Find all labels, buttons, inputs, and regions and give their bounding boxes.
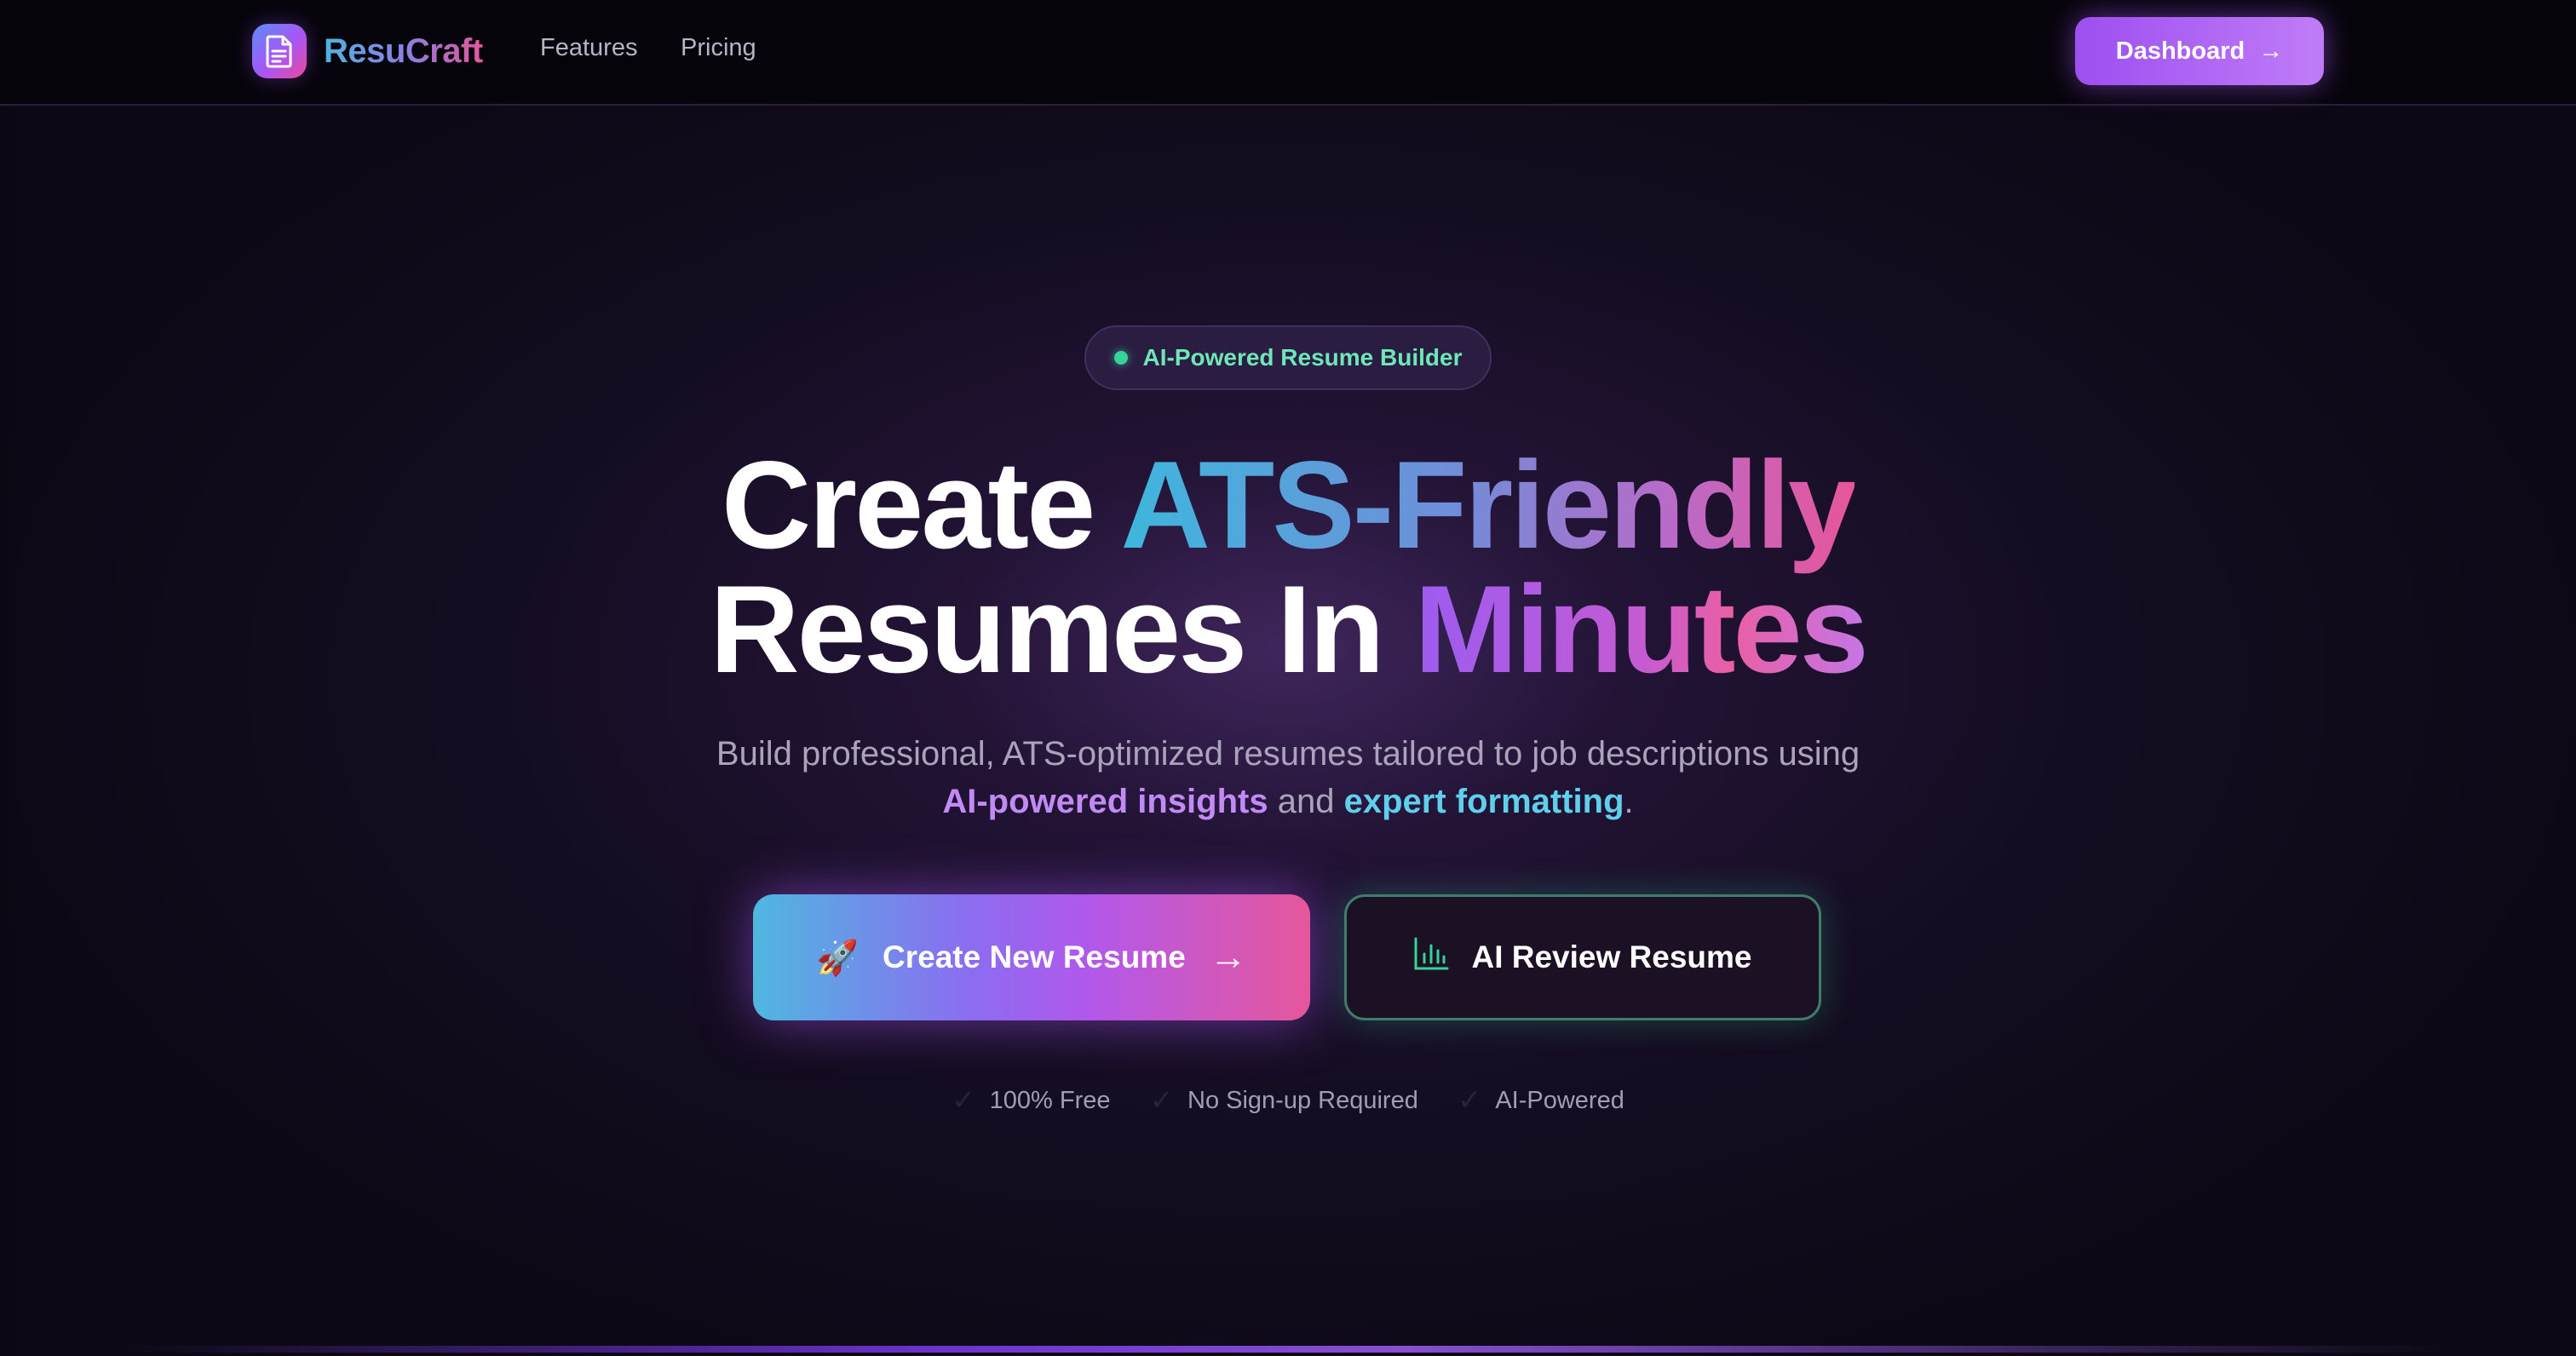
create-new-resume-label: Create New Resume (883, 939, 1186, 974)
top-navbar: ResuCraft Features Pricing Dashboard → (0, 0, 2576, 106)
subtext-part-2: and (1268, 783, 1344, 820)
subtext-part-1: Build professional, ATS-optimized resume… (716, 735, 1860, 773)
headline-line-1: Create ATS-Friendly (0, 443, 2576, 567)
landing-page: ResuCraft Features Pricing Dashboard → A… (0, 0, 2576, 1356)
hero-badge: AI-Powered Resume Builder (1084, 325, 1492, 390)
arrow-right-icon: → (1209, 936, 1247, 978)
headline-line1-prefix: Create (721, 435, 1121, 574)
brand-name: ResuCraft (324, 32, 483, 70)
feature-item: ✓ 100% Free (952, 1083, 1110, 1118)
check-icon: ✓ (952, 1084, 976, 1117)
ai-review-resume-button[interactable]: AI Review Resume (1344, 894, 1821, 1020)
hero-headline: Create ATS-Friendly Resumes In Minutes (0, 443, 2576, 692)
feature-label: No Sign-up Required (1187, 1086, 1418, 1114)
hero-subtext: Build professional, ATS-optimized resume… (0, 730, 2576, 825)
ai-review-resume-label: AI Review Resume (1471, 939, 1752, 974)
headline-line2-highlight: Minutes (1414, 560, 1869, 698)
bar-chart-icon (1413, 937, 1449, 979)
feature-label: AI-Powered (1495, 1086, 1624, 1114)
arrow-right-icon: → (2258, 37, 2284, 65)
brand-logo[interactable]: ResuCraft (252, 24, 483, 78)
headline-line1-highlight: ATS-Friendly (1120, 435, 1857, 574)
subtext-part-3: . (1624, 783, 1634, 820)
check-icon: ✓ (1457, 1084, 1482, 1117)
nav-link-pricing[interactable]: Pricing (681, 34, 756, 62)
subtext-highlight-formatting: expert formatting (1343, 783, 1624, 820)
section-divider (119, 1346, 2453, 1353)
document-icon (252, 24, 307, 78)
feature-item: ✓ No Sign-up Required (1150, 1083, 1418, 1118)
status-dot-icon (1113, 351, 1128, 365)
rocket-icon: 🚀 (816, 939, 860, 977)
dashboard-button-label: Dashboard (2115, 37, 2245, 65)
feature-label: 100% Free (989, 1086, 1111, 1114)
dashboard-button[interactable]: Dashboard → (2075, 17, 2324, 85)
hero-badge-label: AI-Powered Resume Builder (1142, 344, 1463, 371)
create-new-resume-button[interactable]: 🚀 Create New Resume → (753, 894, 1310, 1020)
feature-checklist: ✓ 100% Free ✓ No Sign-up Required ✓ AI-P… (0, 1083, 2576, 1118)
headline-line-2: Resumes In Minutes (0, 567, 2576, 692)
feature-item: ✓ AI-Powered (1458, 1083, 1624, 1118)
headline-line2-prefix: Resumes In (710, 560, 1415, 698)
subtext-highlight-ai: AI-powered insights (942, 783, 1268, 820)
nav-link-features[interactable]: Features (540, 34, 637, 62)
check-icon: ✓ (1149, 1084, 1175, 1117)
